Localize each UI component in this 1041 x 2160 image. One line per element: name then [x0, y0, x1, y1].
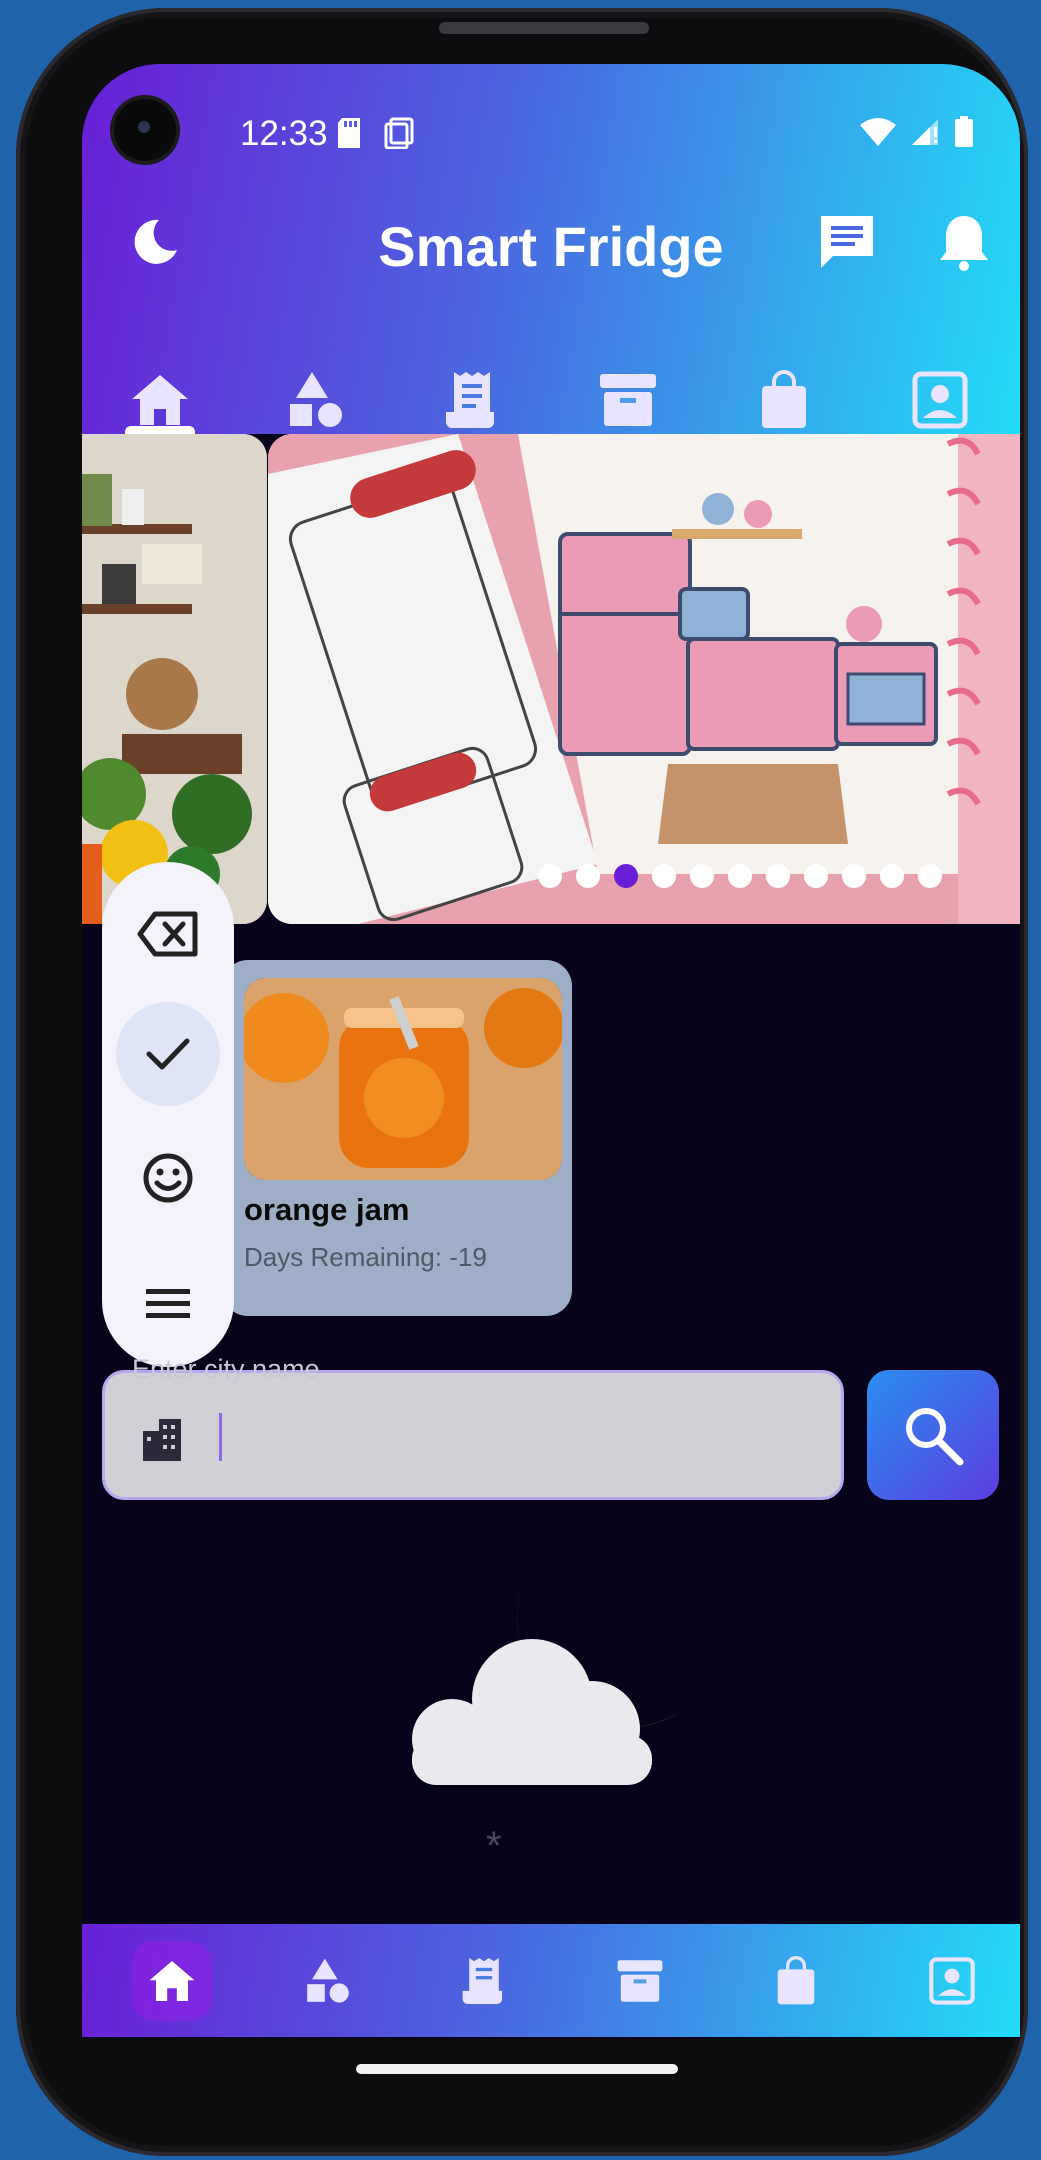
cloud-moon-icon [412, 1551, 707, 1785]
item-name: orange jam [244, 1192, 410, 1227]
tab-categories[interactable] [276, 360, 356, 440]
earpiece [439, 22, 649, 34]
app-header: 12:33 Smart Fridge [82, 64, 1020, 434]
search-button[interactable] [867, 1370, 999, 1500]
item-days-remaining: Days Remaining: -19 [244, 1242, 487, 1272]
archive-icon [600, 374, 656, 426]
shapes-icon [307, 1958, 349, 2003]
nav-shopping[interactable] [756, 1941, 836, 2021]
city-name-field[interactable] [102, 1370, 844, 1500]
app-title: Smart Fridge [378, 215, 724, 278]
screen-icon [384, 117, 414, 149]
carousel-dot[interactable] [766, 864, 790, 888]
archive-icon [617, 1960, 663, 2002]
battery-icon [955, 116, 973, 147]
smiley-icon [143, 1153, 193, 1203]
tab-recipes[interactable] [432, 360, 512, 440]
carousel-dot[interactable] [880, 864, 904, 888]
carousel-dot[interactable] [614, 864, 638, 888]
receipt-icon [462, 1958, 503, 2004]
sd-card-icon [338, 118, 360, 148]
carousel-dot[interactable] [690, 864, 714, 888]
app-screen: 12:33 Smart Fridge orange jam Days Remai… [82, 64, 1020, 2039]
search-icon [906, 1408, 964, 1466]
city-field-label: Enter city name [132, 1354, 320, 1384]
menu-button[interactable] [116, 1252, 220, 1356]
contact-icon [929, 1957, 975, 2005]
weather-value: * [486, 1824, 502, 1868]
backspace-icon [137, 911, 198, 957]
carousel-dot[interactable] [538, 864, 562, 888]
kitchen-photo [82, 434, 267, 924]
gesture-navigation-bar[interactable] [356, 2064, 678, 2074]
carousel-dot[interactable] [728, 864, 752, 888]
tab-profile[interactable] [900, 360, 980, 440]
carousel-slide-planner[interactable] [268, 434, 1020, 924]
carousel-dot[interactable] [652, 864, 676, 888]
image-carousel[interactable] [82, 434, 1020, 924]
carousel-dot[interactable] [804, 864, 828, 888]
confirm-button[interactable] [116, 1002, 220, 1106]
menu-icon [146, 1289, 190, 1318]
chat-icon [821, 216, 873, 268]
receipt-icon [446, 372, 494, 428]
bell-icon [940, 216, 988, 271]
front-camera [114, 99, 176, 161]
text-cursor [219, 1413, 222, 1461]
home-icon [132, 375, 188, 425]
city-icon [143, 1419, 181, 1461]
carousel-dot[interactable] [576, 864, 600, 888]
fridge-planner-photo [268, 434, 1020, 924]
tab-shopping[interactable] [744, 360, 824, 440]
clear-button[interactable] [116, 882, 220, 986]
carousel-dot[interactable] [918, 864, 942, 888]
jam-jar-photo [244, 978, 562, 1180]
notifications-button[interactable] [934, 212, 994, 272]
status-time: 12:33 [240, 114, 328, 153]
carousel-pagination [538, 864, 942, 888]
messages-button[interactable] [817, 212, 877, 272]
home-icon [149, 1961, 195, 2001]
bottom-navigation [82, 1924, 1020, 2037]
nav-home[interactable] [132, 1941, 212, 2021]
wifi-icon [860, 118, 896, 146]
orange-jam-image [244, 978, 562, 1180]
tab-storage[interactable] [588, 360, 668, 440]
floating-toolbar [102, 862, 234, 1367]
status-icons [860, 116, 974, 148]
active-tab-indicator [125, 426, 195, 434]
nav-categories[interactable] [288, 1941, 368, 2021]
shopping-bag-icon [762, 370, 806, 428]
check-icon [146, 1038, 190, 1070]
nav-recipes[interactable] [444, 1941, 524, 2021]
phone-frame: 12:33 Smart Fridge orange jam Days Remai… [16, 8, 1028, 2156]
nav-profile[interactable] [912, 1941, 992, 2021]
carousel-slide-kitchen[interactable] [82, 434, 267, 924]
shapes-icon [290, 372, 342, 427]
emoji-button[interactable] [116, 1126, 220, 1230]
contact-icon [912, 371, 968, 429]
signal-icon [912, 119, 938, 145]
shopping-bag-icon [777, 1956, 815, 2005]
nav-storage[interactable] [600, 1941, 680, 2021]
food-item-card[interactable]: orange jam Days Remaining: -19 [222, 960, 572, 1316]
carousel-dot[interactable] [842, 864, 866, 888]
